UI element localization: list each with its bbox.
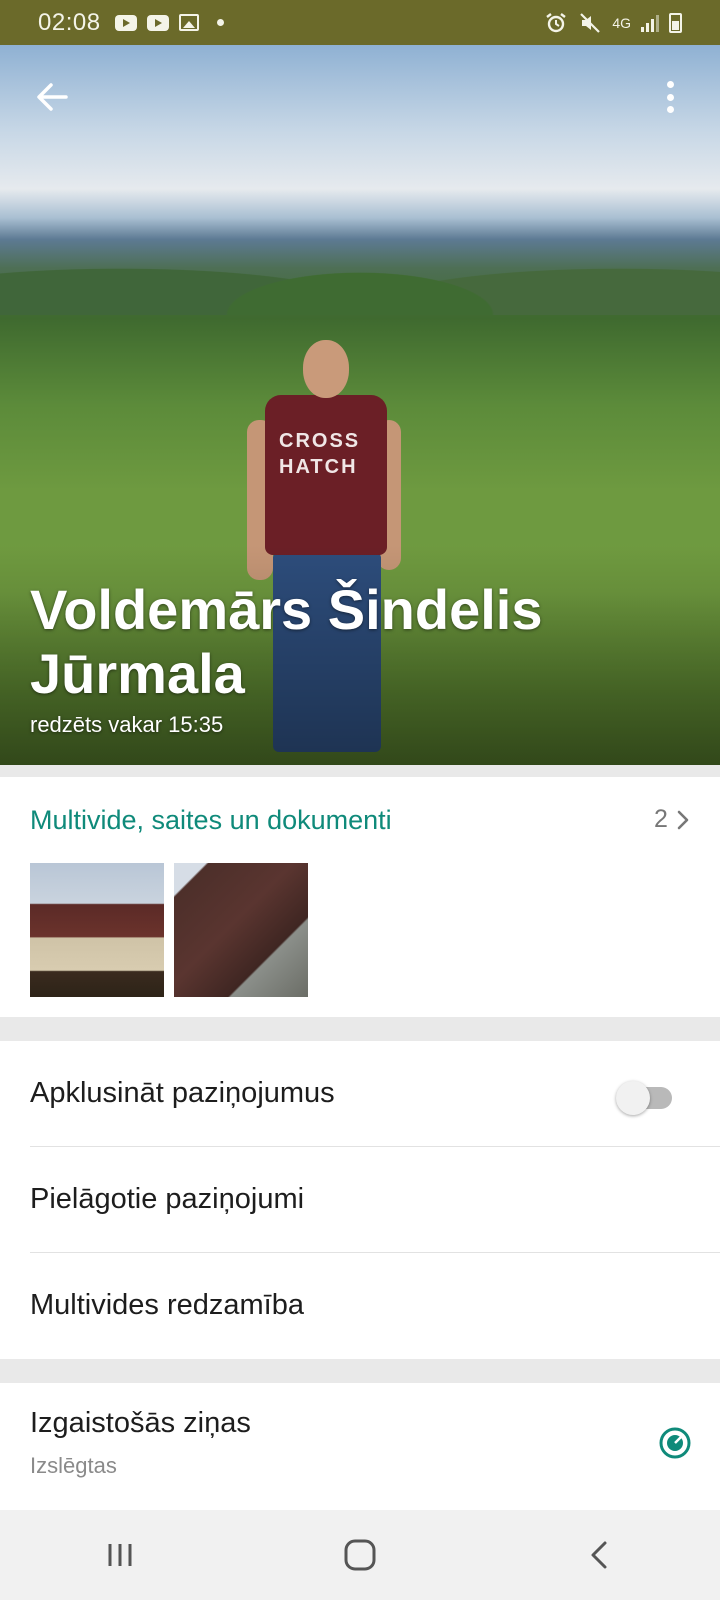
media-visibility-row[interactable]: Multivides redzamība (0, 1253, 720, 1359)
disappearing-messages-title: Izgaistošās ziņas (30, 1407, 251, 1439)
mute-notifications-toggle[interactable] (616, 1081, 676, 1115)
last-seen-text: redzēts vakar 15:35 (30, 712, 224, 737)
custom-notifications-row[interactable]: Pielāgotie paziņojumi (0, 1147, 720, 1253)
recents-button[interactable] (85, 1530, 155, 1580)
disappearing-messages-row[interactable]: Izgaistošās ziņas Izslēgtas (0, 1383, 720, 1513)
photo-hills (0, 195, 720, 315)
media-count[interactable]: 2 (654, 805, 668, 834)
chevron-right-icon[interactable] (675, 809, 691, 831)
more-options-button[interactable] (660, 77, 680, 117)
system-back-button[interactable] (565, 1530, 635, 1580)
notification-settings-section: Apklusināt paziņojumus Pielāgotie paziņo… (0, 1041, 720, 1359)
status-bar: 02:08 4G (0, 0, 720, 45)
contact-name: Voldemārs Šindelis Jūrmala (30, 578, 543, 705)
mute-notifications-label: Apklusināt paziņojumus (30, 1077, 335, 1109)
disappearing-messages-status: Izslēgtas (30, 1453, 117, 1478)
more-vert-icon (666, 81, 674, 88)
home-button[interactable] (325, 1530, 395, 1580)
back-icon (591, 1541, 607, 1569)
media-thumbnail-roof[interactable] (174, 863, 308, 997)
media-visibility-label: Multivides redzamība (30, 1289, 304, 1321)
back-button[interactable] (30, 75, 74, 119)
media-section: Multivide, saites un dokumenti 2 (0, 777, 720, 1017)
battery-icon (669, 12, 682, 33)
youtube-icon (114, 14, 137, 31)
media-links-docs-link[interactable]: Multivide, saites un dokumenti (30, 805, 392, 836)
media-thumbnail-house[interactable] (30, 863, 164, 997)
system-nav-bar (0, 1510, 720, 1600)
mute-icon (580, 12, 601, 33)
4g-icon: 4G (612, 14, 631, 31)
profile-photo[interactable]: CROSS HATCH Voldemārs Šindelis Jūrmala r… (0, 45, 720, 765)
youtube-icon (146, 14, 169, 31)
home-icon (344, 1539, 376, 1571)
contact-info-screen: 02:08 4G CROSS HATCH Voldemārs Šindelis … (0, 0, 720, 1600)
custom-notifications-label: Pielāgotie paziņojumi (30, 1183, 305, 1215)
alarm-icon (546, 12, 567, 32)
status-time: 02:08 (38, 8, 101, 36)
image-icon (178, 14, 199, 31)
signal-icon (641, 14, 659, 32)
status-right-icons: 4G (544, 11, 682, 35)
dot-icon (216, 19, 224, 26)
recents-icon (108, 1544, 132, 1566)
shirt-print: CROSS HATCH (279, 430, 361, 478)
mute-notifications-row[interactable]: Apklusināt paziņojumus (0, 1041, 720, 1147)
back-arrow-icon (37, 83, 68, 111)
timer-icon (659, 1427, 691, 1459)
